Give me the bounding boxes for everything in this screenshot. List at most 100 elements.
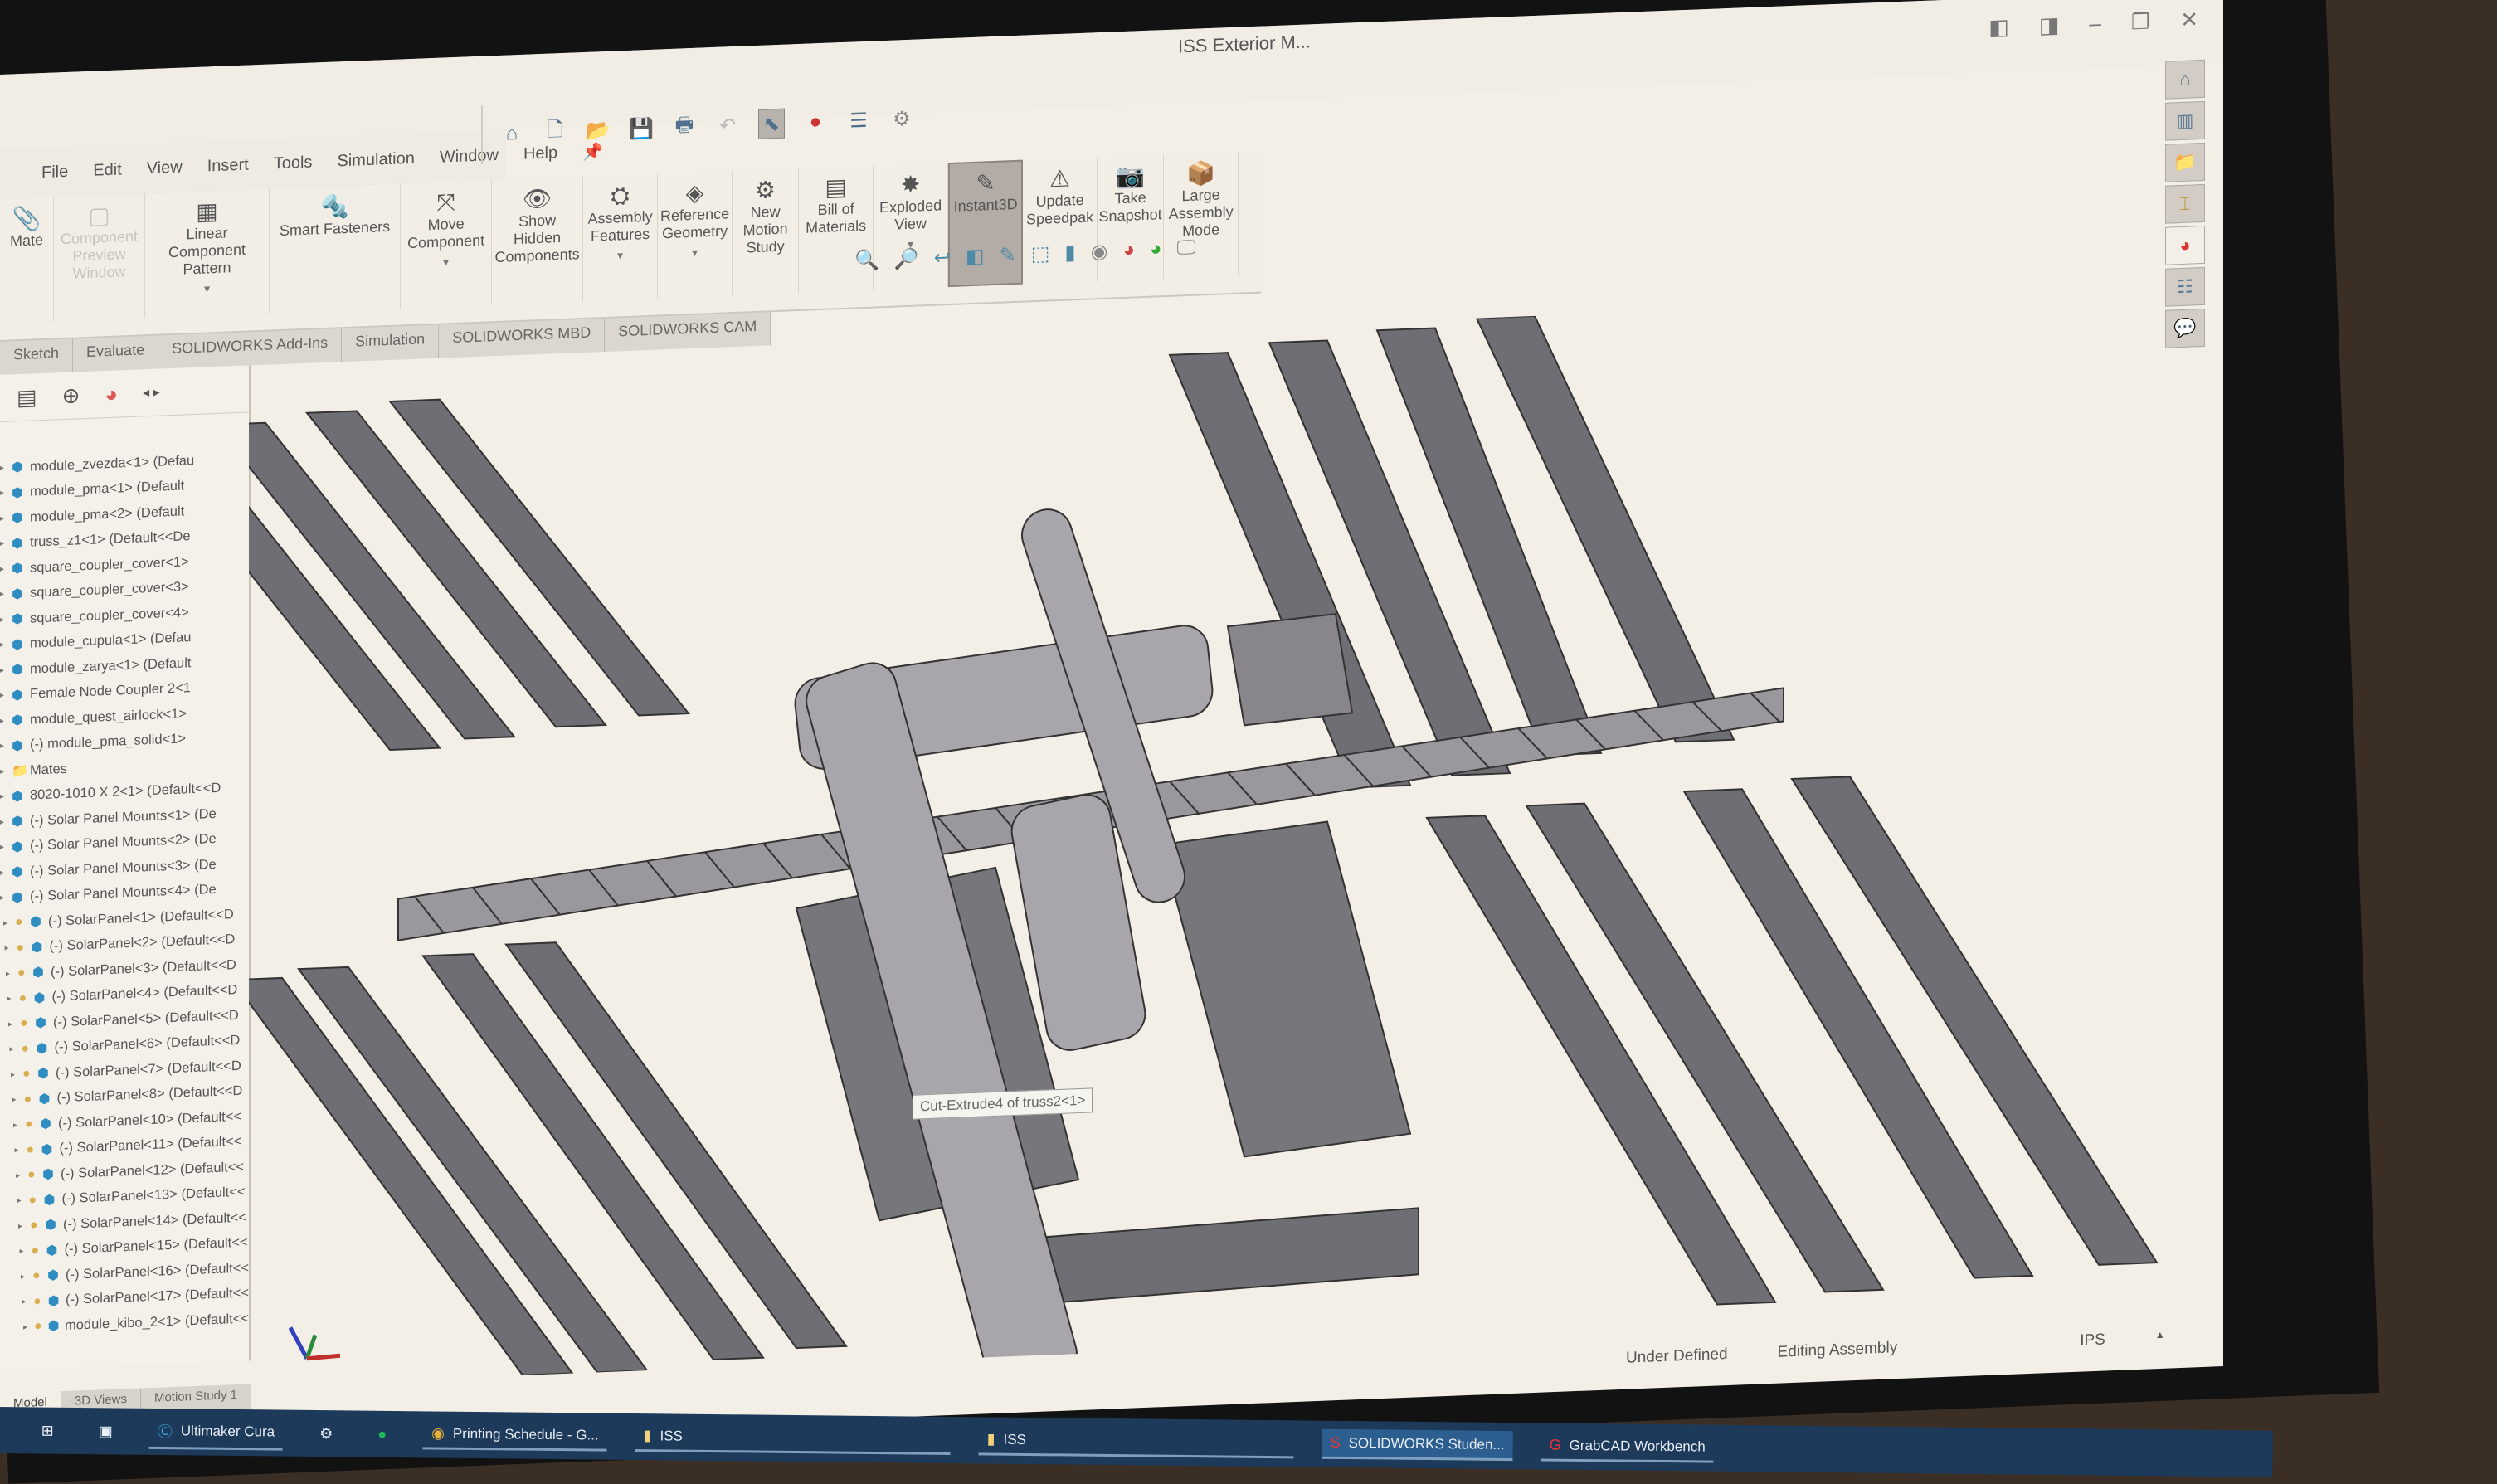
appearances-icon[interactable]: ◕ (2165, 225, 2205, 265)
expand-arrow-icon[interactable]: ▸ (0, 766, 12, 776)
rebuild-traffic-light-icon[interactable]: ● (803, 108, 828, 137)
smart-fasteners-button[interactable]: 🔩 Smart Fasteners (270, 183, 402, 314)
component-preview-button[interactable]: ▢ Component Preview Window (54, 193, 146, 322)
chevron-down-icon[interactable]: ▼ (616, 247, 625, 265)
close-icon[interactable]: ✕ (2180, 7, 2198, 33)
forum-icon[interactable]: 💬 (2165, 308, 2205, 348)
assembly-features-button[interactable]: ⛭ Assembly Features ▼ (583, 173, 659, 301)
config-manager-icon[interactable]: ⊕ (62, 382, 80, 409)
menu-view[interactable]: View (147, 158, 183, 178)
new-motion-study-button[interactable]: ⚙ New Motion Study (733, 168, 800, 296)
taskbar-cura[interactable]: Ⓒ Ultimaker Cura (148, 1414, 284, 1451)
expand-arrow-icon[interactable]: ▸ (0, 590, 12, 599)
solidworks-resources-icon[interactable]: ⌂ (2165, 59, 2205, 100)
expand-arrow-icon[interactable]: ▸ (0, 665, 12, 675)
units-selector[interactable]: IPS (2080, 1331, 2105, 1350)
spotify-icon[interactable]: ● (369, 1420, 395, 1448)
scroll-tabs-icon[interactable]: ◂ ▸ (143, 384, 160, 401)
hide-show-icon[interactable]: ◉ (1091, 240, 1108, 265)
linear-pattern-button[interactable]: ▦ Linear Component Pattern ▼ (145, 188, 270, 319)
expand-arrow-icon[interactable]: ▸ (16, 1170, 27, 1180)
zoom-to-area-icon[interactable]: 🔎 (894, 246, 919, 271)
chevron-down-icon[interactable]: ▼ (202, 280, 212, 298)
expand-arrow-icon[interactable]: ▸ (7, 994, 19, 1004)
expand-arrow-icon[interactable]: ▸ (3, 918, 15, 927)
section-view-icon[interactable]: ◧ (966, 244, 985, 269)
view-orientation-icon[interactable]: ⬚ (1031, 241, 1050, 266)
chevron-up-icon[interactable]: ▲ (2155, 1329, 2165, 1347)
expand-arrow-icon[interactable]: ▸ (0, 539, 12, 548)
display-manager-icon[interactable]: ◕ (105, 381, 118, 407)
expand-arrow-icon[interactable]: ▸ (20, 1247, 32, 1256)
taskbar-folder-iss-1[interactable]: ▮ ISS (635, 1422, 951, 1455)
expand-arrow-icon[interactable]: ▸ (5, 944, 17, 953)
menu-insert[interactable]: Insert (207, 155, 249, 176)
show-hidden-button[interactable]: 👁 Show Hidden Components (492, 176, 584, 305)
display-style-icon[interactable]: ▮ (1064, 241, 1075, 265)
open-folder-icon[interactable]: 📂 (586, 116, 611, 145)
expand-arrow-icon[interactable]: ▸ (12, 1095, 24, 1104)
expand-arrow-icon[interactable]: ▸ (0, 615, 12, 625)
expand-arrow-icon[interactable]: ▸ (10, 1044, 22, 1054)
taskbar-grabcad[interactable]: G GrabCAD Workbench (1541, 1431, 1714, 1463)
undo-icon[interactable]: ↶ (715, 111, 740, 140)
graphics-area[interactable]: Cut-Extrude4 of truss2<1> (139, 292, 2165, 1393)
display-pane-icon[interactable]: 🖵 (1177, 236, 1196, 261)
iss-model[interactable] (139, 292, 2165, 1393)
taskbar-solidworks[interactable]: S SOLIDWORKS Studen... (1322, 1428, 1513, 1462)
file-explorer-icon[interactable]: 📁 (2165, 142, 2205, 182)
expand-arrow-icon[interactable]: ▸ (8, 1019, 20, 1029)
home-icon[interactable]: ⌂ (499, 119, 524, 148)
expand-arrow-icon[interactable]: ▸ (0, 893, 12, 903)
tab-sketch[interactable]: Sketch (0, 338, 74, 375)
expand-arrow-icon[interactable]: ▸ (0, 792, 12, 801)
expand-arrow-icon[interactable]: ▸ (18, 1221, 30, 1231)
next-window-icon[interactable]: ◨ (2039, 12, 2060, 39)
appearance-icon[interactable]: ◕ (1123, 238, 1136, 263)
expand-arrow-icon[interactable]: ▸ (11, 1070, 22, 1079)
steam-icon[interactable]: ⚙ (311, 1419, 341, 1447)
mate-button[interactable]: 📎 Mate (0, 197, 55, 324)
expand-arrow-icon[interactable]: ▸ (22, 1297, 34, 1306)
expand-arrow-icon[interactable]: ▸ (0, 817, 12, 827)
file-properties-icon[interactable]: ☰ (846, 106, 871, 135)
expand-arrow-icon[interactable]: ▸ (0, 716, 12, 726)
print-icon[interactable]: 🖶 (672, 113, 697, 142)
expand-arrow-icon[interactable]: ▸ (17, 1196, 29, 1205)
expand-arrow-icon[interactable]: ▸ (0, 742, 12, 751)
expand-arrow-icon[interactable]: ▸ (0, 463, 12, 473)
feature-manager-icon[interactable]: ▤ (17, 384, 37, 411)
tab-evaluate[interactable]: Evaluate (73, 335, 159, 372)
menu-tools[interactable]: Tools (274, 153, 313, 173)
prev-window-icon[interactable]: ◧ (1988, 14, 2009, 41)
taskbar-folder-iss-2[interactable]: ▮ ISS (978, 1425, 1294, 1459)
chevron-down-icon[interactable]: ▼ (441, 254, 451, 271)
radiator-panel[interactable] (1160, 819, 1412, 1160)
zoom-to-fit-icon[interactable]: 🔍 (854, 248, 879, 273)
expand-arrow-icon[interactable]: ▸ (0, 691, 12, 700)
expand-arrow-icon[interactable]: ▸ (23, 1322, 34, 1331)
view-palette-icon[interactable]: ⌶ (2165, 183, 2205, 224)
new-document-icon[interactable]: 🗋 (543, 118, 567, 147)
expand-arrow-icon[interactable]: ▸ (0, 513, 12, 523)
custom-properties-icon[interactable]: ☷ (2165, 266, 2205, 307)
expand-arrow-icon[interactable]: ▸ (13, 1121, 25, 1130)
menu-file[interactable]: File (41, 162, 68, 182)
windows-start-icon[interactable]: ⊞ (33, 1417, 62, 1444)
box-module[interactable] (1226, 613, 1354, 727)
expand-arrow-icon[interactable]: ▸ (15, 1146, 27, 1155)
select-cursor-icon[interactable]: ⬉ (758, 108, 785, 139)
menu-edit[interactable]: Edit (93, 160, 121, 180)
expand-arrow-icon[interactable]: ▸ (21, 1272, 32, 1282)
dynamic-annotation-icon[interactable]: ✎ (1000, 243, 1016, 268)
expand-arrow-icon[interactable]: ▸ (0, 843, 12, 852)
minimize-icon[interactable]: – (2089, 11, 2100, 37)
options-gear-icon[interactable]: ⚙ (889, 105, 914, 134)
menu-simulation[interactable]: Simulation (337, 148, 414, 171)
design-library-icon[interactable]: ▥ (2165, 100, 2205, 141)
save-icon[interactable]: 💾 (629, 114, 654, 144)
restore-icon[interactable]: ❐ (2131, 8, 2150, 35)
expand-arrow-icon[interactable]: ▸ (0, 640, 12, 650)
previous-view-icon[interactable]: ↩ (934, 246, 951, 270)
expand-arrow-icon[interactable]: ▸ (6, 969, 17, 978)
